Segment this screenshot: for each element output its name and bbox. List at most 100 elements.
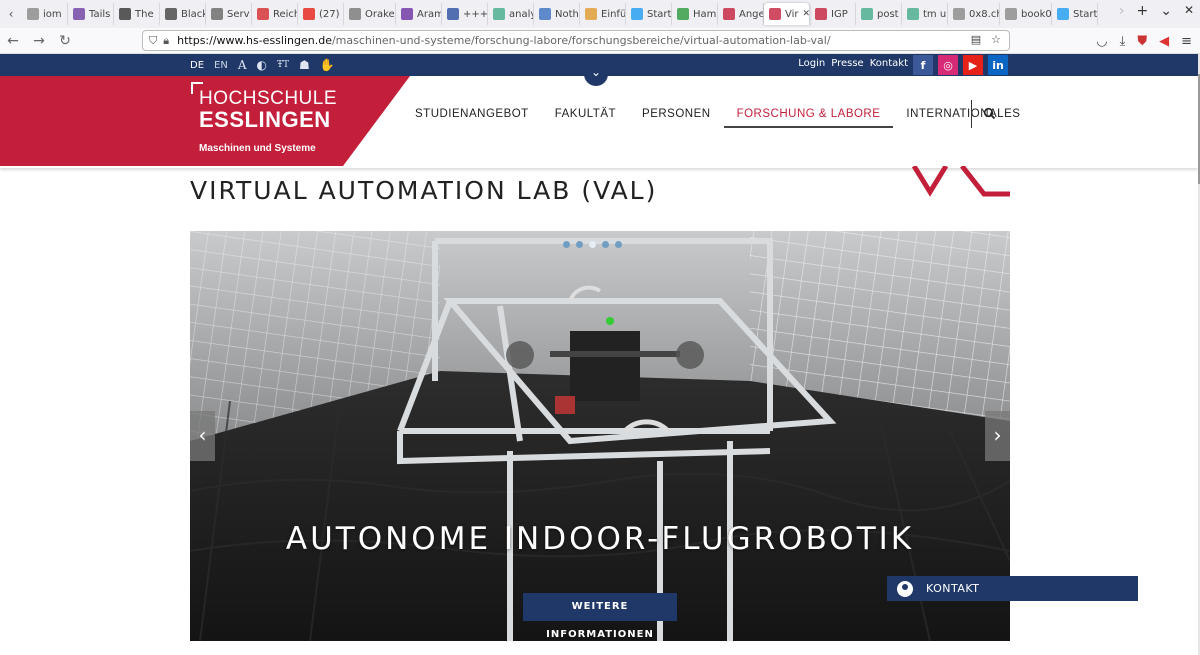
pocket-icon[interactable]: ◡ (1096, 34, 1107, 49)
browser-tab-bar: ‹ iom Tails The Black Serv Reich (27) Orakel Ara… (0, 0, 1200, 28)
more-info-button[interactable]: WEITERE INFORMATIONEN (523, 593, 677, 640)
contrast-icon[interactable]: ◐ (257, 58, 267, 72)
browser-tab[interactable]: Black (160, 3, 206, 25)
browser-tab[interactable]: IGP (810, 3, 856, 25)
menu-icon[interactable]: ≡ (1181, 34, 1192, 49)
new-tab-icon[interactable]: + (1136, 3, 1148, 19)
text-size-icon[interactable]: ŦT (277, 60, 289, 70)
browser-tab[interactable]: Start (626, 3, 672, 25)
sign-language-icon[interactable]: ✋ (320, 58, 335, 72)
browser-tab[interactable]: Aram (396, 3, 442, 25)
bookmark-star-icon[interactable]: ☆ (991, 33, 1001, 46)
downloads-icon[interactable]: ⤓ (1120, 34, 1126, 49)
slider-dot[interactable] (602, 241, 609, 248)
browser-tab[interactable]: post (856, 3, 902, 25)
browser-tab[interactable]: Ange (718, 3, 764, 25)
reader-icon[interactable]: ☗ (299, 58, 310, 72)
browser-tab[interactable]: Serv (206, 3, 252, 25)
tab-favicon-icon (539, 8, 551, 20)
tab-list: iom Tails The Black Serv Reich (27) Orakel Aram +… (22, 3, 1098, 25)
tab-favicon-icon (257, 8, 269, 20)
browser-tab[interactable]: 0x8.ch/ (948, 3, 1000, 25)
kontakt-link[interactable]: Kontakt (870, 58, 908, 69)
tab-label: Tails (89, 8, 111, 20)
contact-widget[interactable]: KONTAKT (887, 576, 1138, 601)
window-close-icon[interactable]: ✕ (1184, 3, 1194, 19)
close-tab-icon[interactable]: ✕ (803, 9, 809, 19)
login-link[interactable]: Login (798, 58, 825, 69)
tab-favicon-icon (401, 8, 413, 20)
browser-tab[interactable]: book00 (1000, 3, 1052, 25)
tab-favicon-icon (1057, 8, 1069, 20)
slider-dot[interactable] (576, 241, 583, 248)
tab-label: Black (181, 8, 206, 20)
presse-link[interactable]: Presse (831, 58, 863, 69)
brand-line-2: ESSLINGEN (199, 107, 331, 132)
tab-favicon-icon (349, 8, 361, 20)
tab-scroll-right-icon[interactable]: › (1119, 3, 1125, 19)
nav-item[interactable]: INTERNATIONALES (893, 106, 1033, 128)
tab-label: IGP (831, 8, 848, 20)
url-path: /maschinen-und-systeme/forschung-labore/… (331, 34, 831, 47)
tab-label: Noth (555, 8, 579, 20)
slider-dot[interactable] (563, 241, 570, 248)
browser-nav-bar: ← → ↻ ⛉ 🔒︎ https://www.hs-esslingen.de/m… (0, 28, 1200, 54)
browser-tab[interactable]: Orakel (344, 3, 396, 25)
tab-favicon-icon (493, 8, 505, 20)
tab-favicon-icon (815, 8, 827, 20)
lang-de-link[interactable]: DE (190, 60, 204, 71)
nav-item[interactable]: FAKULTÄT (542, 106, 629, 128)
slider-dot[interactable] (589, 241, 596, 248)
address-bar[interactable]: ⛉ 🔒︎ https://www.hs-esslingen.de/maschin… (142, 30, 1010, 51)
instagram-icon[interactable]: ◎ (938, 55, 958, 75)
nav-item[interactable]: FORSCHUNG & LABORE (723, 106, 894, 128)
lang-en-link[interactable]: EN (214, 60, 228, 71)
tab-favicon-icon (303, 8, 315, 20)
search-icon[interactable] (983, 107, 997, 121)
browser-tab[interactable]: +++ (442, 3, 488, 25)
tab-favicon-icon (447, 8, 459, 20)
browser-tab[interactable]: analy (488, 3, 534, 25)
facebook-icon[interactable]: f (913, 55, 933, 75)
browser-tab[interactable]: Noth (534, 3, 580, 25)
ublock-icon[interactable]: ⛊ (1137, 34, 1147, 49)
browser-tab[interactable]: Ham (672, 3, 718, 25)
reader-view-icon[interactable]: ▤ (971, 33, 981, 46)
browser-tab[interactable]: Reich (252, 3, 298, 25)
browser-tab[interactable]: Tails (68, 3, 114, 25)
browser-tab[interactable]: tm u (902, 3, 948, 25)
lock-icon[interactable]: 🔒︎ (163, 34, 169, 48)
tab-label: Ange (739, 8, 764, 20)
tab-label: Vir (785, 8, 799, 20)
browser-tab[interactable]: The (114, 3, 160, 25)
slider-dot[interactable] (615, 241, 622, 248)
tab-favicon-icon (861, 8, 873, 20)
tab-label: iom (43, 8, 62, 20)
tab-list-dropdown-icon[interactable]: ⌄ (1160, 3, 1172, 19)
browser-tab[interactable]: Einfü (580, 3, 626, 25)
tab-label: Start (647, 8, 672, 20)
nav-item[interactable]: PERSONEN (629, 106, 724, 128)
browser-tab[interactable]: Vir ✕ (764, 3, 810, 25)
browser-tab[interactable]: iom (22, 3, 68, 25)
nav-item[interactable]: STUDIENANGEBOT (402, 106, 542, 128)
font-icon[interactable]: A (238, 58, 247, 72)
youtube-icon[interactable]: ▶ (963, 55, 983, 75)
back-icon[interactable]: ← (0, 33, 26, 49)
slider-next-button[interactable]: › (985, 411, 1010, 461)
page-title: VIRTUAL AUTOMATION LAB (VAL) (190, 176, 658, 205)
brand-faculty: Maschinen und Systeme (199, 143, 316, 154)
reload-icon[interactable]: ↻ (52, 33, 78, 49)
chevron-down-icon[interactable]: ⌄ (584, 62, 608, 86)
val-logo-icon (912, 166, 1010, 197)
website: DE EN A ◐ ŦT ☗ ✋ Login Presse Kontakt f … (0, 54, 1198, 655)
browser-tab[interactable]: Start (1052, 3, 1098, 25)
linkedin-icon[interactable]: in (988, 55, 1008, 75)
shield-icon[interactable]: ⛉ (149, 34, 157, 48)
browser-tab[interactable]: (27) (298, 3, 344, 25)
tab-scroll-left-icon[interactable]: ‹ (0, 7, 22, 21)
extension-icon[interactable]: ◀ (1159, 34, 1169, 49)
forward-icon[interactable]: → (26, 33, 52, 49)
social-links: f ◎ ▶ in (913, 55, 1008, 75)
slider-prev-button[interactable]: ‹ (190, 411, 215, 461)
